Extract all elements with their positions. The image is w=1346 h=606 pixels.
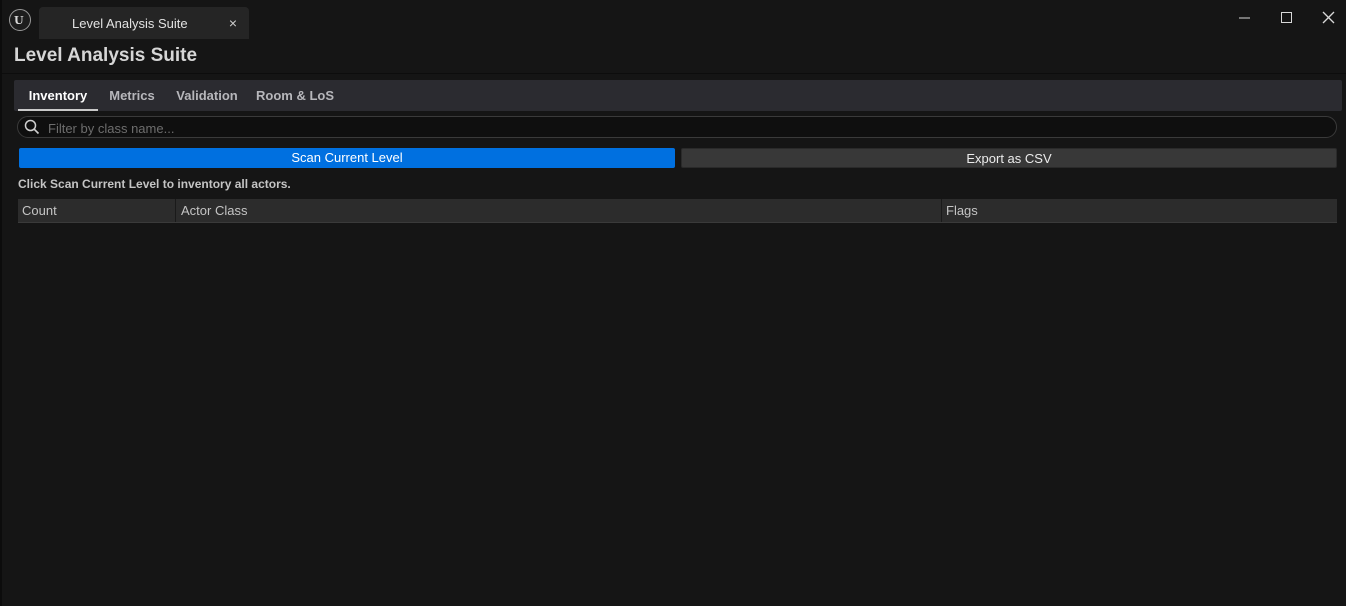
maximize-button[interactable] [1272, 6, 1302, 30]
tab-inventory[interactable]: Inventory [18, 80, 98, 111]
document-tab-label: Level Analysis Suite [72, 16, 188, 31]
maximize-icon [1281, 12, 1292, 23]
tab-bar: Inventory Metrics Validation Room & LoS [14, 80, 1342, 111]
panel-title: Level Analysis Suite [14, 45, 198, 66]
tab-validation[interactable]: Validation [172, 80, 242, 111]
minimize-icon [1239, 17, 1250, 19]
status-hint: Click Scan Current Level to inventory al… [18, 177, 291, 191]
column-header-actor-class[interactable]: Actor Class [177, 199, 942, 222]
table-header: Count Actor Class Flags [18, 199, 1337, 223]
document-tab[interactable]: Level Analysis Suite × [39, 7, 249, 39]
minimize-button[interactable] [1230, 6, 1260, 30]
search-input[interactable] [46, 118, 1330, 138]
column-header-count[interactable]: Count [18, 199, 176, 222]
search-icon [24, 119, 40, 135]
svg-text:U: U [14, 14, 24, 26]
app-window: U Level Analysis Suite × Level Analysis … [0, 0, 1346, 606]
scan-current-level-button[interactable]: Scan Current Level [19, 148, 675, 168]
close-icon [1322, 11, 1335, 24]
tab-close-icon[interactable]: × [229, 15, 237, 31]
divider [2, 73, 1346, 74]
search-box[interactable] [17, 116, 1337, 138]
column-header-flags[interactable]: Flags [942, 199, 1337, 222]
title-bar[interactable]: U Level Analysis Suite × [2, 0, 1346, 40]
export-csv-button[interactable]: Export as CSV [681, 148, 1337, 168]
close-button[interactable] [1314, 6, 1344, 30]
tab-room-los[interactable]: Room & LoS [254, 80, 336, 111]
unreal-logo-icon[interactable]: U [9, 9, 31, 31]
tab-metrics[interactable]: Metrics [104, 80, 160, 111]
